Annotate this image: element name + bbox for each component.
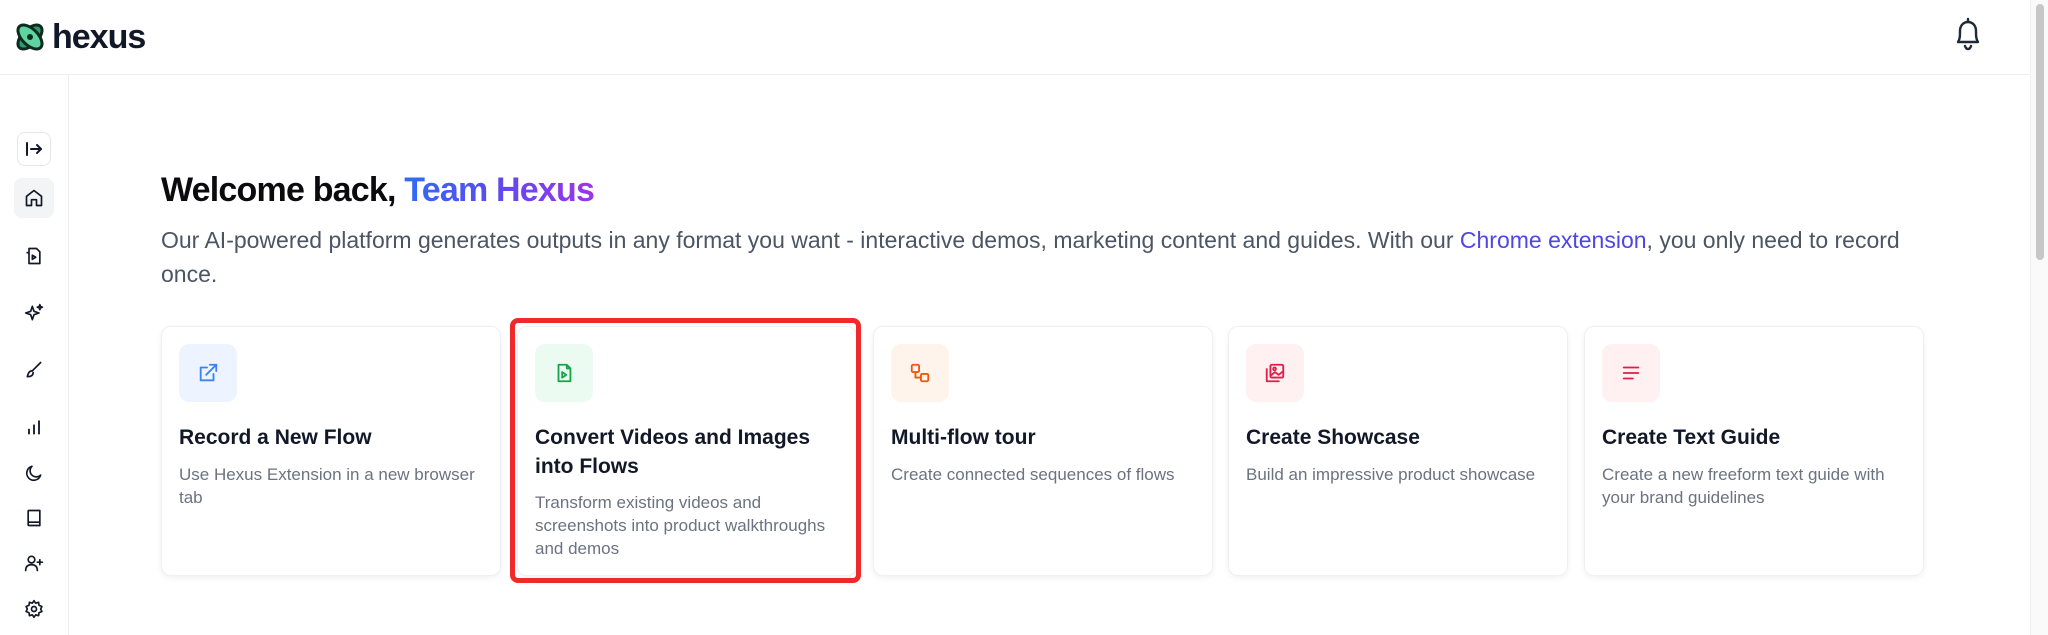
sidebar-item-flows[interactable] xyxy=(14,236,54,276)
image-gallery-icon xyxy=(1265,363,1285,383)
book-icon xyxy=(27,509,41,527)
team-name: Team Hexus xyxy=(404,171,595,209)
card-description: Transform existing videos and screenshot… xyxy=(535,493,826,558)
file-video-icon xyxy=(557,363,572,383)
sidebar-item-home[interactable] xyxy=(14,178,54,218)
card-title: Create Showcase xyxy=(1246,426,1420,449)
scrollbar-thumb[interactable] xyxy=(2036,4,2044,260)
sidebar-item-docs[interactable] xyxy=(14,498,54,538)
card-icon-tile xyxy=(535,344,593,402)
sidebar-item-analytics[interactable] xyxy=(14,407,54,447)
sidebar-item-invite[interactable] xyxy=(14,543,54,583)
chrome-extension-link[interactable]: Chrome extension xyxy=(1460,227,1647,253)
card-description: Create connected sequences of flows xyxy=(891,465,1175,484)
sidebar-item-settings[interactable] xyxy=(14,589,54,629)
home-icon xyxy=(25,189,43,207)
brush-icon xyxy=(26,361,42,378)
card-title: Convert Videos and Images into Flows xyxy=(535,426,811,478)
page-scrollbar[interactable] xyxy=(2030,0,2048,635)
multi-flow-tour-card[interactable]: Multi-flow tour Create connected sequenc… xyxy=(873,326,1213,576)
card-description: Build an impressive product showcase xyxy=(1246,465,1536,484)
card-icon-tile xyxy=(1602,344,1660,402)
sparkles-icon xyxy=(24,303,44,321)
card-icon-tile xyxy=(179,344,237,402)
logo-text: hexus xyxy=(52,18,146,56)
welcome-heading: Welcome back, Team Hexus xyxy=(161,168,595,212)
card-title: Multi-flow tour xyxy=(891,426,1036,449)
user-plus-icon xyxy=(24,555,44,572)
sidebar-item-theme[interactable] xyxy=(14,453,54,493)
card-title: Record a New Flow xyxy=(179,426,372,449)
card-description: Create a new freeform text guide with yo… xyxy=(1602,465,1885,507)
create-text-guide-card[interactable]: Create Text Guide Create a new freeform … xyxy=(1584,326,1924,576)
sidebar-item-brush[interactable] xyxy=(14,350,54,390)
moon-icon xyxy=(25,465,42,482)
card-description: Use Hexus Extension in a new browser tab xyxy=(179,465,475,507)
create-showcase-card[interactable]: Create Showcase Build an impressive prod… xyxy=(1228,326,1568,576)
bar-chart-icon xyxy=(28,420,40,435)
card-title: Create Text Guide xyxy=(1602,426,1781,449)
hexus-logo[interactable]: hexus xyxy=(12,17,146,57)
intro-text-before: Our AI-powered platform generates output… xyxy=(161,227,1460,253)
text-lines-icon xyxy=(1622,366,1640,380)
external-link-icon xyxy=(199,363,218,382)
sidebar xyxy=(0,75,69,635)
record-new-flow-card[interactable]: Record a New Flow Use Hexus Extension in… xyxy=(161,326,501,576)
welcome-prefix: Welcome back, xyxy=(161,171,405,209)
card-icon-tile xyxy=(1246,344,1304,402)
intro-text: Our AI-powered platform generates output… xyxy=(161,223,1901,291)
gear-icon xyxy=(25,599,43,619)
bell-icon[interactable] xyxy=(1952,16,1984,52)
hexus-logo-icon xyxy=(16,23,44,51)
top-bar: hexus xyxy=(0,0,2030,75)
expand-sidebar-button[interactable] xyxy=(17,132,51,166)
convert-videos-card[interactable]: Convert Videos and Images into Flows Tra… xyxy=(517,326,857,576)
expand-arrow-icon xyxy=(26,142,42,156)
connected-squares-icon xyxy=(910,363,930,383)
sidebar-item-ai[interactable] xyxy=(14,293,54,333)
document-video-icon xyxy=(26,247,41,265)
card-icon-tile xyxy=(891,344,949,402)
